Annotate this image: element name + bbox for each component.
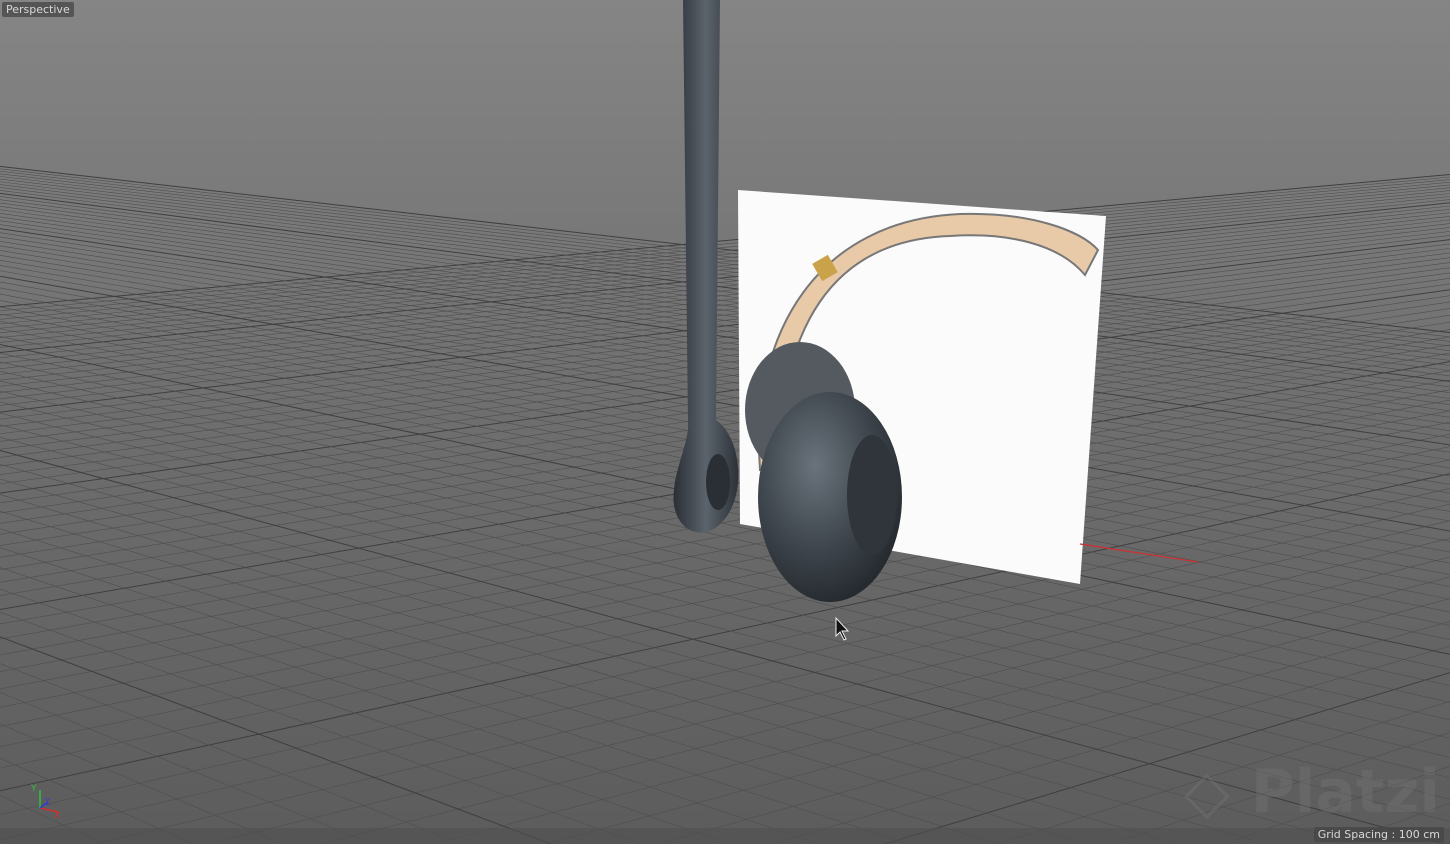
axis-x-label: X <box>54 811 60 821</box>
headphone-arm-hole <box>706 454 730 510</box>
axis-y-label: Y <box>30 784 37 794</box>
3d-viewport[interactable]: Y Z X ◇ Platzi Perspective Grid Spacing … <box>0 0 1450 844</box>
grid-spacing-label: Grid Spacing : 100 cm <box>1313 827 1444 842</box>
watermark-text: Platzi <box>1250 757 1440 827</box>
status-bar <box>0 828 1450 844</box>
view-name-label[interactable]: Perspective <box>2 2 74 17</box>
viewport-background <box>0 0 1450 844</box>
viewport-scene: Y Z X <box>0 0 1450 844</box>
ear-cup-inner <box>847 435 897 555</box>
watermark-logo: ◇ Platzi <box>1183 757 1440 827</box>
axis-z-label: Z <box>44 798 50 808</box>
